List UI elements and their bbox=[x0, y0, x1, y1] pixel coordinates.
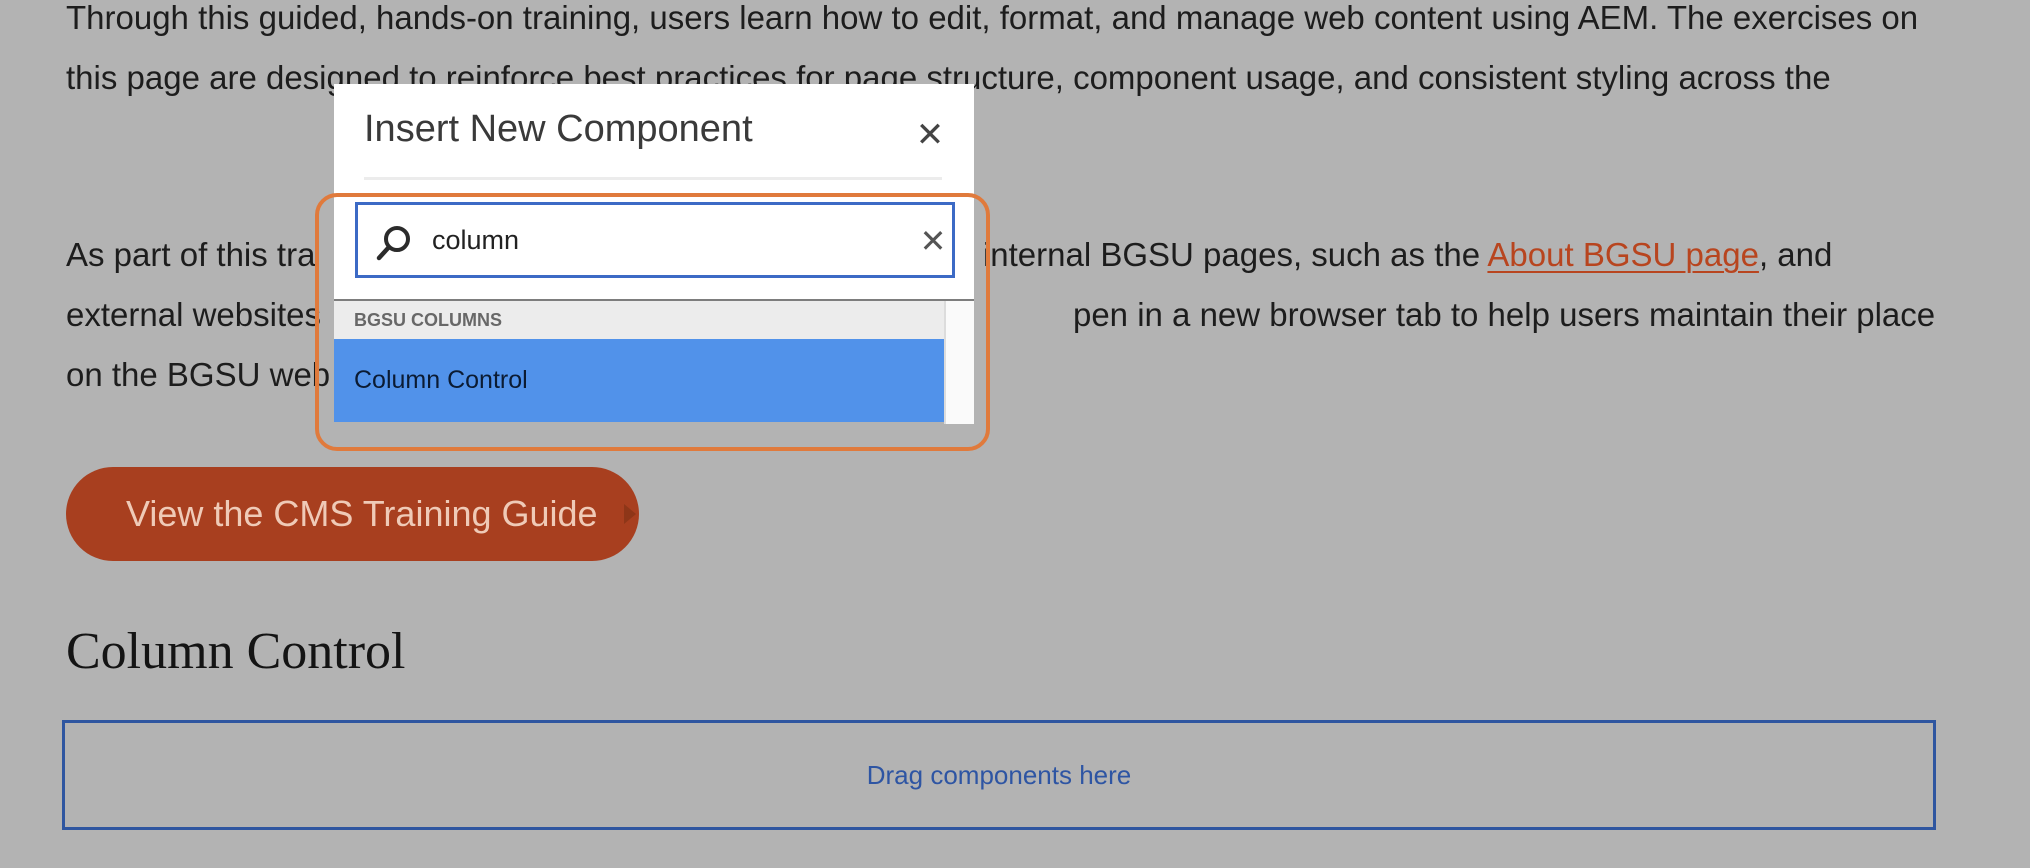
cms-training-guide-label: View the CMS Training Guide bbox=[126, 493, 598, 534]
section-heading: Column Control bbox=[66, 623, 406, 680]
component-search-field[interactable]: ✕ bbox=[355, 202, 955, 278]
about-bgsu-link[interactable]: About BGSU page bbox=[1487, 236, 1759, 273]
result-item-column-control[interactable]: Column Control bbox=[334, 339, 944, 422]
dialog-divider bbox=[364, 177, 942, 180]
results-scrollbar[interactable] bbox=[944, 301, 974, 424]
links-paragraph-after: , and bbox=[1758, 236, 1833, 273]
drag-components-dropzone[interactable]: Drag components here bbox=[62, 720, 1936, 830]
links-paragraph-mid: n internal BGSU pages, such as the bbox=[955, 236, 1488, 273]
component-results-list: BGSU COLUMNS Column Control bbox=[334, 299, 974, 424]
links-paragraph-line2-end: pen in a new browser tab to help users m… bbox=[1072, 296, 1936, 333]
insert-component-dialog: Insert New Component ✕ ✕ BGSU COLUMNS Co… bbox=[334, 84, 974, 424]
intro-paragraph-text: Through this guided, hands-on training, … bbox=[66, 0, 1919, 96]
cms-training-guide-button[interactable]: View the CMS Training Guide bbox=[66, 467, 639, 561]
search-icon bbox=[376, 226, 410, 261]
clear-icon[interactable]: ✕ bbox=[918, 223, 948, 259]
links-paragraph-line2-start: external websites bbox=[66, 296, 321, 333]
result-group-header: BGSU COLUMNS bbox=[334, 301, 944, 339]
close-icon[interactable]: ✕ bbox=[912, 117, 948, 153]
chevron-right-icon bbox=[623, 504, 636, 524]
dropzone-label: Drag components here bbox=[866, 759, 1132, 790]
dialog-title: Insert New Component bbox=[364, 108, 753, 150]
links-paragraph-start: As part of this tra bbox=[66, 236, 316, 273]
component-search-input[interactable] bbox=[432, 215, 872, 265]
links-paragraph-line3: on the BGSU web bbox=[66, 356, 331, 393]
